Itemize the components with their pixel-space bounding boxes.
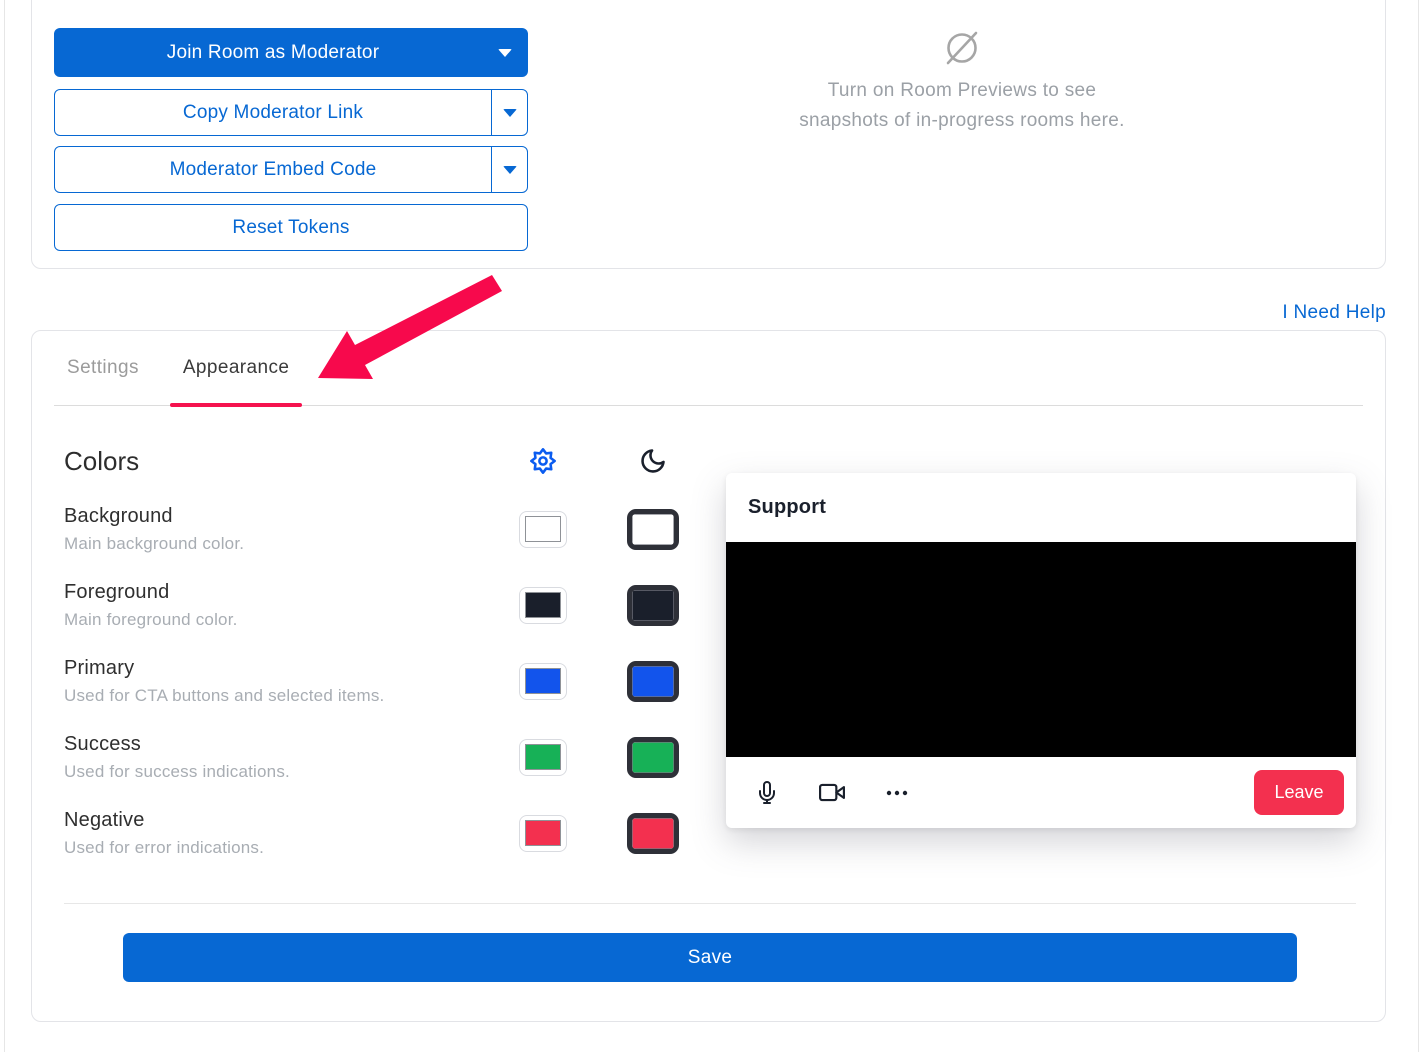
room-previews-message-line2: snapshots of in-progress rooms here. — [632, 106, 1292, 136]
chevron-down-icon — [503, 109, 517, 117]
color-row-foreground: Foreground Main foreground color. — [64, 567, 488, 643]
preview-header: Support — [726, 473, 1356, 542]
colors-section-title: Colors — [64, 431, 488, 491]
negative-light-swatch[interactable] — [519, 815, 567, 852]
reset-tokens-label: Reset Tokens — [232, 217, 349, 239]
microphone-button[interactable] — [754, 780, 780, 806]
light-mode-column-header[interactable] — [488, 431, 598, 491]
tab-settings[interactable]: Settings — [54, 331, 152, 405]
page: Join Room as Moderator Copy Moderator Li… — [0, 0, 1421, 1052]
color-row-description: Used for success indications. — [64, 762, 488, 782]
gear-icon — [529, 447, 557, 475]
color-chip — [525, 744, 561, 770]
save-button[interactable]: Save — [123, 933, 1297, 982]
color-chip — [632, 590, 674, 621]
color-chip — [632, 514, 674, 545]
video-camera-icon — [819, 779, 845, 806]
appearance-card: Settings Appearance Colors — [31, 330, 1386, 1022]
tab-appearance[interactable]: Appearance — [170, 331, 302, 405]
tab-settings-label: Settings — [67, 357, 139, 379]
microphone-icon — [755, 781, 779, 805]
moderator-button-stack: Join Room as Moderator Copy Moderator Li… — [54, 28, 528, 251]
color-chip — [525, 516, 561, 542]
colors-section: Colors Background Main background color. — [64, 431, 708, 871]
color-row-negative: Negative Used for error indications. — [64, 795, 488, 871]
embed-code-dropdown-toggle[interactable] — [491, 147, 527, 192]
preview-title: Support — [748, 496, 826, 519]
reset-tokens-button[interactable]: Reset Tokens — [54, 204, 528, 251]
color-chip — [632, 818, 674, 849]
color-row-label: Foreground — [64, 581, 488, 604]
color-row-label: Success — [64, 733, 488, 756]
copy-moderator-link-button[interactable]: Copy Moderator Link — [54, 89, 528, 136]
moderator-actions-card: Join Room as Moderator Copy Moderator Li… — [31, 0, 1386, 269]
embed-code-label: Moderator Embed Code — [170, 159, 377, 181]
color-chip — [632, 666, 674, 697]
preview-controls-bar: Leave — [726, 757, 1356, 828]
primary-dark-swatch[interactable] — [627, 661, 679, 702]
color-row-success: Success Used for success indications. — [64, 719, 488, 795]
join-room-label: Join Room as Moderator — [167, 42, 379, 64]
color-row-description: Used for error indications. — [64, 838, 488, 858]
preview-video-area — [726, 542, 1356, 757]
background-dark-swatch[interactable] — [627, 509, 679, 550]
copy-link-dropdown-toggle[interactable] — [491, 90, 527, 135]
room-previews-message-line1: Turn on Room Previews to see — [632, 76, 1292, 106]
color-row-primary: Primary Used for CTA buttons and selecte… — [64, 643, 488, 719]
ellipsis-icon — [884, 780, 910, 806]
color-row-description: Main foreground color. — [64, 610, 488, 630]
tab-appearance-label: Appearance — [183, 357, 289, 379]
moderator-embed-code-button[interactable]: Moderator Embed Code — [54, 146, 528, 193]
color-row-description: Used for CTA buttons and selected items. — [64, 686, 488, 706]
join-room-as-moderator-button[interactable]: Join Room as Moderator — [54, 28, 528, 77]
dark-mode-column-header[interactable] — [598, 431, 708, 491]
color-chip — [525, 820, 561, 846]
negative-dark-swatch[interactable] — [627, 813, 679, 854]
color-row-description: Main background color. — [64, 534, 488, 554]
need-help-link[interactable]: I Need Help — [1282, 302, 1386, 324]
foreground-light-swatch[interactable] — [519, 587, 567, 624]
copy-moderator-link-label: Copy Moderator Link — [183, 102, 363, 124]
success-light-swatch[interactable] — [519, 739, 567, 776]
room-previews-empty-state: Turn on Room Previews to see snapshots o… — [632, 9, 1292, 136]
tab-bar: Settings Appearance — [54, 331, 1363, 406]
color-row-background: Background Main background color. — [64, 491, 488, 567]
camera-button[interactable] — [819, 780, 845, 806]
color-row-label: Negative — [64, 809, 488, 832]
foreground-dark-swatch[interactable] — [627, 585, 679, 626]
color-chip — [525, 668, 561, 694]
color-chip — [632, 742, 674, 773]
primary-light-swatch[interactable] — [519, 663, 567, 700]
leave-button[interactable]: Leave — [1254, 770, 1344, 815]
background-light-swatch[interactable] — [519, 511, 567, 548]
slashed-circle-icon — [940, 26, 984, 70]
page-right-border — [1418, 0, 1419, 1052]
color-row-label: Background — [64, 505, 488, 528]
chevron-down-icon[interactable] — [498, 49, 512, 57]
more-options-button[interactable] — [884, 780, 910, 806]
crescent-moon-icon — [639, 447, 667, 475]
annotation-arrow-shape — [318, 275, 502, 379]
page-left-border — [4, 0, 5, 1052]
color-chip — [525, 592, 561, 618]
section-divider — [64, 903, 1356, 904]
annotation-arrow — [300, 273, 510, 385]
active-tab-underline — [170, 403, 302, 407]
chevron-down-icon — [503, 166, 517, 174]
success-dark-swatch[interactable] — [627, 737, 679, 778]
theme-preview-panel: Support — [726, 473, 1356, 828]
color-row-label: Primary — [64, 657, 488, 680]
